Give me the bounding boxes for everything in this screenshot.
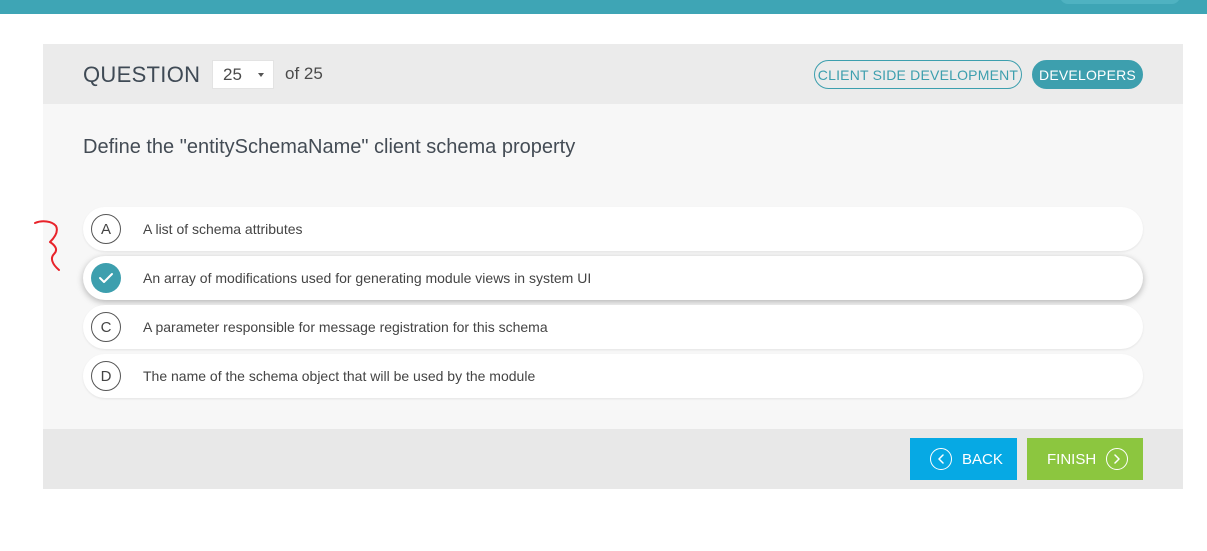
back-button-label: BACK <box>962 450 1003 468</box>
answer-option-a[interactable]: A A list of schema attributes <box>83 207 1143 251</box>
answer-list: A A list of schema attributes An array o… <box>83 207 1143 403</box>
chevron-right-circle-icon <box>1106 448 1129 470</box>
question-total: of 25 <box>285 64 323 83</box>
answer-letter-badge: D <box>91 361 121 391</box>
question-number-value: 25 <box>223 64 242 84</box>
answer-text: An array of modifications used for gener… <box>143 270 592 286</box>
finish-button-label: FINISH <box>1047 450 1097 468</box>
question-text: Define the "entitySchemaName" client sch… <box>83 136 576 158</box>
finish-button[interactable]: FINISH <box>1027 438 1143 480</box>
question-header: QUESTION 25 of 25 CLIENT SIDE DEVELOPMEN… <box>43 44 1183 104</box>
red-pen-annotation <box>34 220 60 271</box>
answer-text: A parameter responsible for message regi… <box>143 319 548 335</box>
answer-option-b[interactable]: An array of modifications used for gener… <box>83 256 1143 300</box>
quiz-footer: BACK FINISH <box>43 429 1183 489</box>
answer-text: The name of the schema object that will … <box>143 368 536 384</box>
answer-letter-badge: C <box>91 312 121 342</box>
answer-text: A list of schema attributes <box>143 221 303 237</box>
top-bar-pill[interactable] <box>1060 0 1180 4</box>
question-number-select[interactable]: 25 <box>212 60 274 89</box>
tag-client-side-development[interactable]: CLIENT SIDE DEVELOPMENT <box>814 60 1022 89</box>
question-label: QUESTION <box>83 62 201 87</box>
answer-option-d[interactable]: D The name of the schema object that wil… <box>83 354 1143 398</box>
checkmark-icon <box>91 263 121 293</box>
answer-option-c[interactable]: C A parameter responsible for message re… <box>83 305 1143 349</box>
chevron-left-circle-icon <box>930 448 952 470</box>
caret-down-icon <box>258 73 264 77</box>
top-bar <box>0 0 1207 14</box>
quiz-card: QUESTION 25 of 25 CLIENT SIDE DEVELOPMEN… <box>43 44 1183 489</box>
answer-letter-badge: A <box>91 214 121 244</box>
tag-developers[interactable]: DEVELOPERS <box>1032 60 1143 89</box>
back-button[interactable]: BACK <box>910 438 1017 480</box>
